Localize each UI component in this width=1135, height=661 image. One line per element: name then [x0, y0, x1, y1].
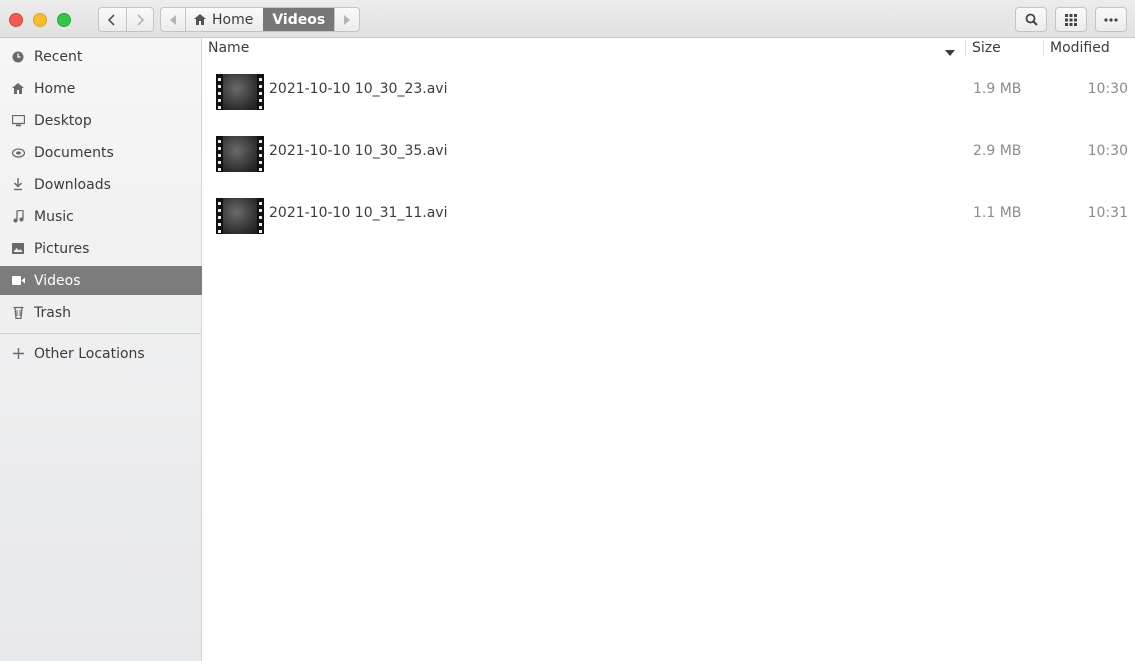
sidebar-item-recent[interactable]: Recent: [0, 42, 202, 71]
sidebar-item-label: Downloads: [34, 176, 111, 193]
breadcrumb-videos[interactable]: Videos: [263, 8, 335, 31]
search-button[interactable]: [1015, 7, 1047, 32]
path-scroll-left-button[interactable]: [161, 8, 186, 31]
close-window-button[interactable]: [9, 13, 23, 27]
sidebar-item-downloads[interactable]: Downloads: [0, 170, 202, 199]
file-size: 2.9 MB: [973, 143, 1022, 159]
sidebar-item-label: Recent: [34, 48, 83, 65]
sidebar-item-documents[interactable]: Documents: [0, 138, 202, 167]
documents-icon: [11, 146, 25, 160]
back-button[interactable]: [99, 8, 126, 31]
column-header-size[interactable]: Size: [972, 40, 1001, 56]
sidebar-item-label: Documents: [34, 144, 114, 161]
plus-icon: [11, 347, 25, 361]
sidebar-item-label: Other Locations: [34, 345, 145, 362]
sidebar-item-label: Videos: [34, 272, 81, 289]
table-row[interactable]: 2021-10-10 10_30_23.avi 1.9 MB 10:30: [202, 60, 1135, 122]
sidebar-item-desktop[interactable]: Desktop: [0, 106, 202, 135]
file-list: Name Size Modified 2021-10-10 10_30_23.a…: [202, 38, 1135, 661]
breadcrumb-home[interactable]: Home: [186, 8, 263, 31]
video-thumbnail: [216, 136, 264, 172]
sidebar-item-videos[interactable]: Videos: [0, 266, 202, 295]
path-scroll-right-button[interactable]: [334, 8, 359, 31]
triangle-left-icon: [170, 14, 176, 25]
sidebar-item-trash[interactable]: Trash: [0, 298, 202, 327]
video-thumbnail: [216, 198, 264, 234]
maximize-window-button[interactable]: [57, 13, 71, 27]
minimize-window-button[interactable]: [33, 13, 47, 27]
video-icon: [11, 274, 25, 288]
sidebar-item-music[interactable]: Music: [0, 202, 202, 231]
column-header: Name Size Modified: [202, 38, 1135, 60]
file-name: 2021-10-10 10_30_35.avi: [269, 143, 448, 159]
video-thumbnail: [216, 74, 264, 110]
column-divider: [965, 40, 966, 56]
chevron-right-icon: [137, 13, 144, 26]
sidebar-item-pictures[interactable]: Pictures: [0, 234, 202, 263]
file-size: 1.1 MB: [973, 205, 1022, 221]
download-icon: [11, 178, 25, 192]
sidebar-item-label: Home: [34, 80, 76, 97]
file-size: 1.9 MB: [973, 81, 1022, 97]
view-toggle-button[interactable]: [1055, 7, 1087, 32]
sidebar-item-home[interactable]: Home: [0, 74, 202, 103]
file-modified: 10:31: [1087, 205, 1128, 221]
sidebar-item-other-locations[interactable]: Other Locations: [0, 339, 202, 368]
chevron-left-icon: [108, 13, 115, 26]
sidebar-divider: [0, 333, 202, 334]
search-icon: [1025, 13, 1038, 26]
more-menu-button[interactable]: [1095, 7, 1127, 32]
desktop-icon: [11, 114, 25, 128]
table-row[interactable]: 2021-10-10 10_30_35.avi 2.9 MB 10:30: [202, 122, 1135, 184]
file-modified: 10:30: [1087, 81, 1128, 97]
home-icon: [194, 14, 206, 25]
forward-button[interactable]: [125, 8, 154, 31]
file-modified: 10:30: [1087, 143, 1128, 159]
grid-icon: [1065, 13, 1077, 26]
sidebar-item-label: Trash: [34, 304, 71, 321]
column-header-name[interactable]: Name: [208, 40, 249, 56]
column-divider: [1043, 40, 1044, 56]
file-name: 2021-10-10 10_30_23.avi: [269, 81, 448, 97]
sort-descending-icon[interactable]: [945, 44, 955, 60]
music-icon: [11, 210, 25, 224]
table-row[interactable]: 2021-10-10 10_31_11.avi 1.1 MB 10:31: [202, 184, 1135, 246]
breadcrumb-videos-label: Videos: [272, 11, 326, 28]
sidebar-item-label: Music: [34, 208, 74, 225]
sidebar-item-label: Desktop: [34, 112, 92, 129]
path-bar: Home Videos: [160, 7, 361, 32]
sidebar: Recent Home Desktop Documents Downloads …: [0, 38, 202, 661]
pictures-icon: [11, 242, 25, 256]
history-nav: [98, 7, 154, 32]
triangle-right-icon: [344, 14, 351, 25]
sidebar-item-label: Pictures: [34, 240, 90, 257]
breadcrumb-home-label: Home: [212, 11, 254, 28]
column-header-modified[interactable]: Modified: [1050, 40, 1110, 56]
trash-icon: [11, 306, 25, 320]
home-icon: [11, 82, 25, 96]
header-bar: Home Videos: [0, 0, 1135, 38]
more-icon: [1104, 17, 1118, 22]
clock-icon: [11, 50, 25, 64]
file-name: 2021-10-10 10_31_11.avi: [269, 205, 448, 221]
